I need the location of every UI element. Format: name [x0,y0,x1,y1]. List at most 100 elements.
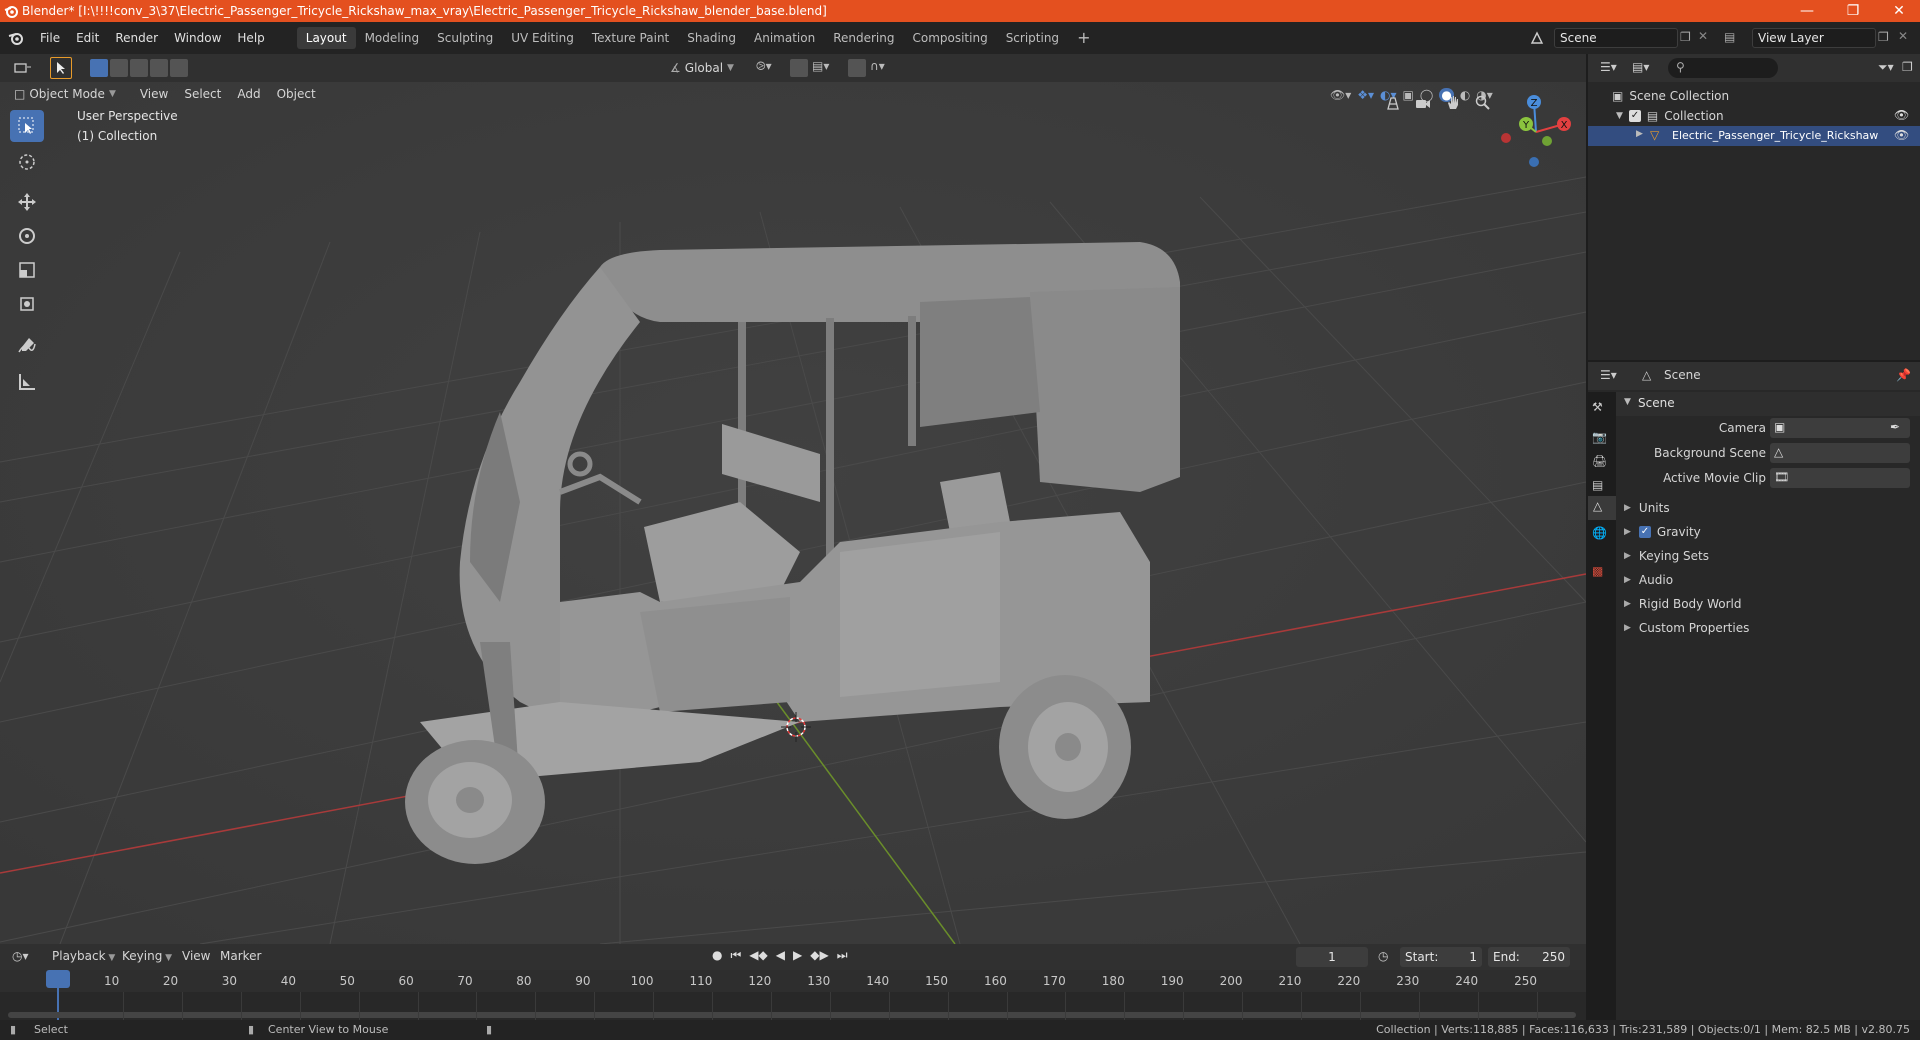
proportional-edit-icon[interactable] [848,59,866,77]
tab-uv-editing[interactable]: UV Editing [502,27,583,49]
tab-rendering[interactable]: Rendering [824,27,903,49]
toggle-camera-view-icon[interactable] [1380,90,1406,116]
pan-view-icon[interactable] [1440,90,1466,116]
tab-compositing[interactable]: Compositing [903,27,996,49]
outliner-collection[interactable]: ▼ ✓ ▤ Collection [1616,106,1724,126]
keying-sets-section[interactable]: ▶ Keying Sets [1624,546,1709,566]
frame-ruler[interactable]: 1102030405060708090100110120130140150160… [0,970,1586,992]
start-frame-field[interactable]: Start: 1 [1400,947,1482,967]
3d-viewport[interactable]: □ Object Mode ▼ View Select Add Object 👁… [0,82,1586,944]
falloff-icon[interactable]: ∩▾ [870,59,885,73]
timeline-editor-type-icon[interactable]: ◷▾ [12,949,29,963]
camera-field[interactable]: ▣ ✒ [1770,418,1910,438]
view-layer-tab-icon[interactable]: ▤ [1592,478,1603,492]
new-view-layer-icon[interactable]: ❐ [1878,30,1889,44]
tab-animation[interactable]: Animation [745,27,824,49]
view-layer-icon[interactable]: ▤ [1724,30,1735,44]
next-keyframe-icon[interactable]: ◆▶ [810,948,828,963]
pin-icon[interactable]: 📌 [1896,368,1911,382]
timeline-track[interactable]: 1102030405060708090100110120130140150160… [0,970,1586,1024]
select-subtract-icon[interactable] [130,59,148,77]
select-menu[interactable]: Select [176,87,229,101]
audio-section[interactable]: ▶ Audio [1624,570,1673,590]
object-mode-dropdown[interactable]: □ Object Mode ▼ [10,84,120,104]
collection-visibility-icon[interactable]: 👁 [1894,108,1909,122]
end-frame-field[interactable]: End: 250 [1488,947,1570,967]
zoom-view-icon[interactable] [1470,90,1496,116]
custom-properties-section[interactable]: ▶ Custom Properties [1624,618,1749,638]
world-tab-icon[interactable]: 🌐 [1592,526,1607,540]
timeline-scrollbar[interactable] [8,1012,1576,1018]
gravity-checkbox[interactable]: ✓ [1638,526,1651,538]
expand-icon[interactable]: ▶ [1636,129,1643,139]
menu-file[interactable]: File [32,27,68,49]
snap-toggle-icon[interactable] [790,59,808,77]
properties-editor-type-icon[interactable]: ☰▾ [1600,368,1617,382]
select-box-tool[interactable] [10,110,44,142]
jump-end-icon[interactable]: ⏭ [837,948,848,963]
transform-orientation-dropdown[interactable]: ∡ Global ▼ [670,58,750,78]
active-movie-clip-field[interactable]: 🎞 [1770,468,1910,488]
cursor-tool[interactable] [10,146,44,178]
scene-icon[interactable] [1524,27,1550,49]
filter-icon[interactable]: ⏷▾ [1878,60,1894,75]
record-icon[interactable]: ● [712,948,722,963]
auto-keying-icon[interactable]: ◷ [1378,949,1388,963]
select-new-icon[interactable] [90,59,108,77]
move-tool[interactable] [10,186,44,218]
delete-view-layer-icon[interactable]: ✕ [1898,29,1908,43]
units-section[interactable]: ▶ Units [1624,498,1670,518]
gizmo-icon[interactable]: ❖▾ [1357,88,1374,102]
menu-window[interactable]: Window [166,27,229,49]
camera-icon[interactable] [1410,90,1436,116]
visibility-icon[interactable]: 👁▾ [1330,88,1351,102]
outliner-scene-collection[interactable]: ▣ Scene Collection [1612,86,1729,106]
play-reverse-icon[interactable]: ◀ [776,948,785,963]
current-frame-field[interactable]: 1 [1296,947,1368,967]
tab-shading[interactable]: Shading [678,27,745,49]
playhead-marker[interactable] [46,970,70,988]
close-button[interactable]: ✕ [1876,0,1920,22]
background-scene-field[interactable]: △ [1770,443,1910,463]
menu-edit[interactable]: Edit [68,27,107,49]
scene-tab-icon[interactable]: △ [1588,496,1616,520]
maximize-button[interactable]: ❐ [1830,0,1876,22]
rotate-tool[interactable] [10,220,44,252]
outliner-object-row[interactable]: ▶ ▽ Electric_Passenger_Tricycle_Rickshaw… [1588,126,1920,146]
render-tab-icon[interactable]: 📷 [1592,430,1607,444]
pivot-point-icon[interactable]: ⧁▾ [756,59,772,74]
outliner-search-input[interactable]: ⚲ [1668,58,1778,78]
active-tool-icon[interactable] [50,57,72,79]
jump-start-icon[interactable]: ⏮ [730,948,741,963]
tab-texture-paint[interactable]: Texture Paint [583,27,678,49]
play-icon[interactable]: ▶ [793,948,802,963]
delete-scene-icon[interactable]: ✕ [1698,29,1708,43]
object-visibility-icon[interactable]: 👁 [1894,128,1909,142]
texture-tab-icon[interactable]: ▩ [1592,564,1603,578]
transform-tool[interactable] [10,288,44,320]
output-tab-icon[interactable]: 🖨 [1592,454,1607,468]
scene-selector[interactable]: Scene [1554,28,1678,48]
gravity-section[interactable]: ▶ ✓ Gravity [1624,522,1701,542]
snap-element-icon[interactable]: ▤▾ [812,59,829,73]
rigid-body-world-section[interactable]: ▶ Rigid Body World [1624,594,1741,614]
measure-tool[interactable] [10,366,44,398]
eyedropper-icon[interactable]: ✒ [1890,420,1900,434]
prev-keyframe-icon[interactable]: ◀◆ [749,948,767,963]
include-checkbox[interactable]: ✓ [1628,110,1641,122]
new-collection-icon[interactable]: ❐ [1902,60,1913,74]
annotate-tool[interactable] [10,330,44,362]
new-scene-icon[interactable]: ❐ [1680,30,1691,44]
menu-help[interactable]: Help [229,27,272,49]
add-menu[interactable]: Add [229,87,268,101]
keying-menu[interactable]: Keying ▼ [122,949,172,963]
minimize-button[interactable]: — [1784,0,1830,22]
editor-type-icon[interactable] [8,58,38,78]
navigation-gizmo[interactable]: Z X Y [1496,88,1578,170]
marker-menu[interactable]: Marker [220,949,261,963]
add-workspace-icon[interactable]: + [1068,27,1099,49]
tab-modeling[interactable]: Modeling [356,27,429,49]
select-extend-icon[interactable] [110,59,128,77]
tab-scripting[interactable]: Scripting [997,27,1068,49]
outliner-editor-type-icon[interactable]: ☰▾ [1600,60,1617,74]
